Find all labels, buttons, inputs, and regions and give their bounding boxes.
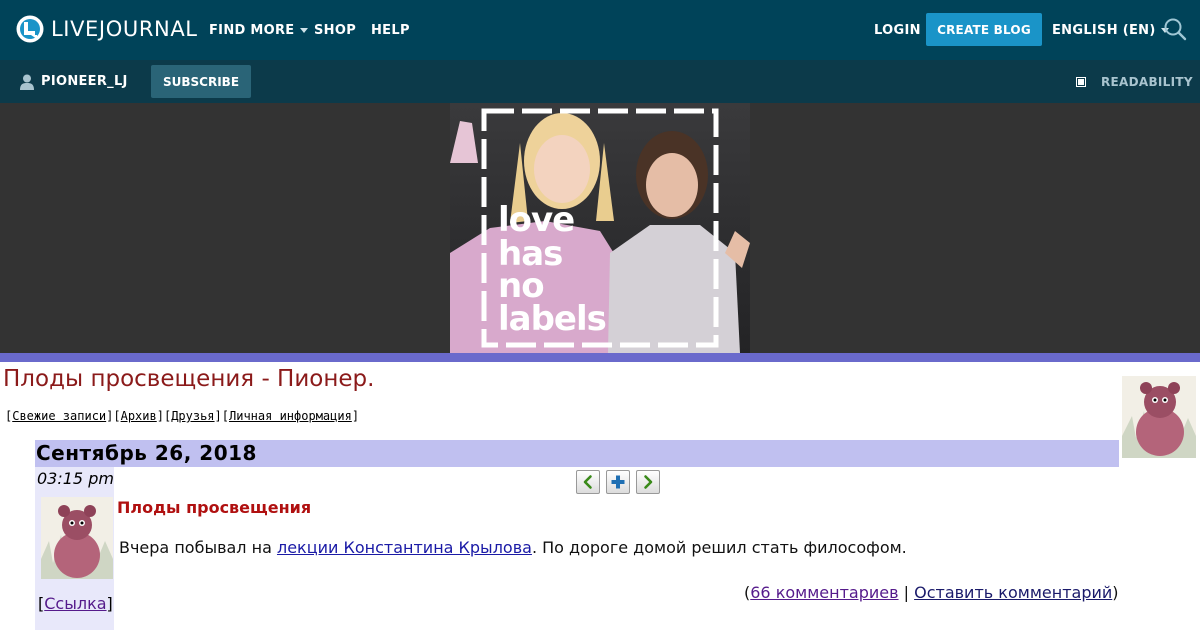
profile-link[interactable]: Личная информация	[229, 409, 352, 423]
friends-link[interactable]: Друзья	[171, 409, 214, 423]
readability-toggle[interactable]: READABILITY	[1076, 60, 1193, 103]
post-date: Сентябрь 26, 2018	[36, 441, 257, 465]
leave-comment-link[interactable]: Оставить комментарий	[914, 583, 1112, 602]
journal-title: Плоды просвещения - Пионер.	[3, 366, 375, 392]
chevron-down-icon	[299, 27, 308, 33]
lecture-link[interactable]: лекции Константина Крылова	[277, 538, 532, 557]
memories-plus-icon	[611, 475, 625, 489]
prev-arrow-icon	[583, 475, 592, 489]
journal-nav-links: [Свежие записи]​[Архив]​[Друзья]​[Личная…	[5, 409, 360, 423]
create-blog-button[interactable]: CREATE BLOG	[926, 13, 1042, 46]
permalink-link[interactable]: Ссылка	[44, 594, 106, 613]
post-body-text-after: . По дороге домой решил стать философом.	[531, 538, 907, 557]
user-icon	[20, 74, 34, 90]
find-more-menu[interactable]: FIND MORE	[209, 0, 308, 60]
journal-banner: love has no labels	[0, 103, 1200, 353]
prev-entry-button[interactable]	[576, 470, 600, 494]
post-body-text-before: Вчера побывал на	[119, 538, 277, 557]
post-time: 03:15 pm	[37, 469, 114, 488]
language-label: ENGLISH (EN)	[1052, 22, 1156, 38]
recent-entries-link[interactable]: Свежие записи	[12, 409, 106, 423]
add-to-memories-button[interactable]	[606, 470, 630, 494]
journal-user-bar: PIONEER_LJ SUBSCRIBE READABILITY	[0, 60, 1200, 103]
logo-text: LIVEJOURNAL	[51, 17, 198, 41]
readability-label: READABILITY	[1101, 74, 1193, 89]
readability-checkbox[interactable]	[1076, 76, 1086, 87]
shop-label: SHOP	[314, 22, 357, 38]
banner-divider	[0, 353, 1200, 362]
livejournal-logo[interactable]: LIVEJOURNAL	[16, 15, 198, 43]
banner-text-line-4: labels	[498, 299, 606, 339]
next-arrow-icon	[644, 475, 653, 489]
post-body: Вчера побывал на лекции Константина Крыл…	[119, 538, 907, 557]
permalink-wrapper: [Ссылка]	[38, 594, 113, 613]
comments-count-link[interactable]: 66 комментариев	[750, 583, 898, 602]
post-comments-links: (66 комментариев | Оставить комментарий)	[744, 583, 1119, 602]
post-userpic[interactable]	[41, 497, 113, 579]
username-label: PIONEER_LJ	[41, 74, 128, 89]
help-link[interactable]: HELP	[371, 0, 410, 60]
login-label: LOGIN	[874, 22, 921, 38]
post-title: Плоды просвещения	[117, 498, 312, 517]
subscribe-button[interactable]: SUBSCRIBE	[151, 65, 251, 98]
livejournal-logo-icon	[16, 15, 44, 43]
top-navigation-bar: LIVEJOURNAL FIND MORE SHOP HELP LOGIN CR…	[0, 0, 1200, 60]
help-label: HELP	[371, 22, 410, 38]
shop-link[interactable]: SHOP	[314, 0, 356, 60]
archive-link[interactable]: Архив	[121, 409, 157, 423]
entry-navigation	[576, 470, 666, 494]
login-link[interactable]: LOGIN	[874, 0, 921, 60]
language-selector[interactable]: ENGLISH (EN)	[1052, 0, 1169, 60]
journal-userpic[interactable]	[1122, 376, 1196, 458]
next-entry-button[interactable]	[636, 470, 660, 494]
banner-image: love has no labels	[450, 103, 750, 353]
find-more-label: FIND MORE	[209, 22, 295, 38]
search-icon[interactable]	[1163, 17, 1187, 41]
journal-owner-link[interactable]: PIONEER_LJ	[20, 60, 128, 103]
